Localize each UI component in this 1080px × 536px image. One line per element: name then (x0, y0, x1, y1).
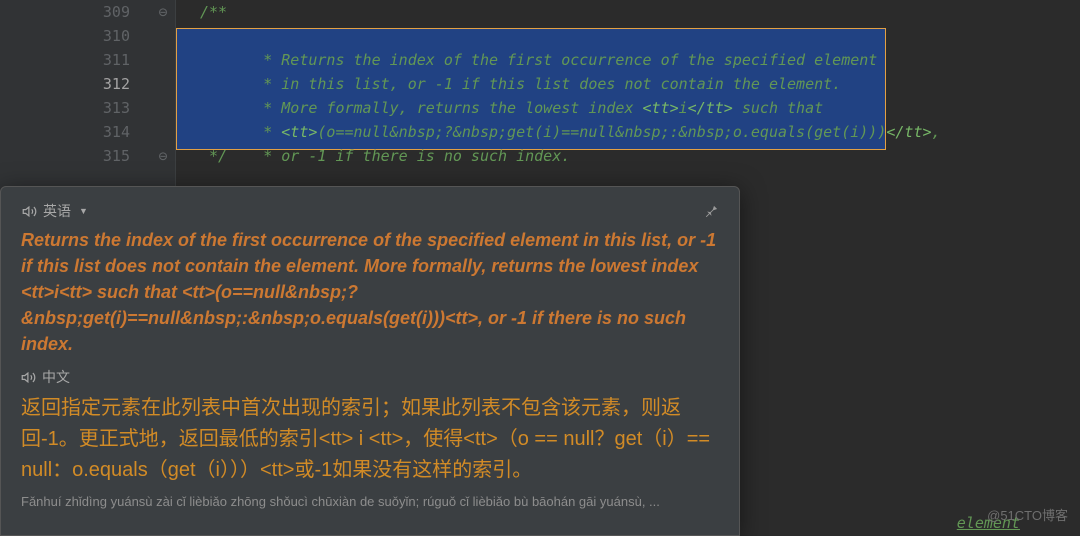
gutter-row: 315 ⊖ (0, 144, 176, 168)
doc-start: /** (200, 3, 227, 21)
translation-source-text: Returns the index of the first occurrenc… (21, 227, 719, 357)
fold-close-icon[interactable]: ⊖ (152, 144, 174, 168)
gutter-row: 311 (0, 48, 176, 72)
line-number[interactable]: 315 (70, 144, 130, 168)
source-language-label: 英语 (43, 201, 71, 221)
translation-pinyin: Fǎnhuí zhǐdìng yuánsù zài cǐ lièbiǎo zhō… (21, 494, 719, 509)
source-language-selector[interactable]: 英语 ▼ (21, 201, 88, 221)
gutter-row: 309 ⊖ (0, 0, 176, 24)
gutter-row: 310 (0, 24, 176, 48)
gutter-row: 313 (0, 96, 176, 120)
popup-header: 英语 ▼ (21, 201, 719, 221)
translation-popup: 英语 ▼ Returns the index of the first occu… (0, 186, 740, 536)
gutter-row: 312 (0, 72, 176, 96)
translation-target-text: 返回指定元素在此列表中首次出现的索引；如果此列表不包含该元素，则返回-1。更正式… (21, 393, 719, 486)
fold-open-icon[interactable]: ⊖ (152, 0, 174, 24)
line-number[interactable]: 311 (70, 48, 130, 72)
speaker-icon[interactable] (21, 370, 36, 385)
chevron-down-icon: ▼ (79, 206, 88, 216)
line-number[interactable]: 310 (70, 24, 130, 48)
speaker-icon[interactable] (21, 203, 37, 219)
line-number[interactable]: 314 (70, 120, 130, 144)
gutter-row: 314 (0, 120, 176, 144)
line-number[interactable]: 313 (70, 96, 130, 120)
line-number[interactable]: 312 (70, 72, 130, 96)
target-language-label: 中文 (42, 367, 70, 387)
pin-icon[interactable] (704, 204, 719, 219)
watermark-text: @51CTO博客 (987, 505, 1068, 524)
line-number[interactable]: 309 (70, 0, 130, 24)
doc-end: */ (200, 147, 227, 165)
target-language-row[interactable]: 中文 (21, 367, 719, 387)
code-lines[interactable]: /** * Returns the index of the first occ… (176, 0, 1080, 168)
editor-root: 309 ⊖ 310311312313314315 ⊖ /** * Returns th… (0, 0, 1080, 536)
